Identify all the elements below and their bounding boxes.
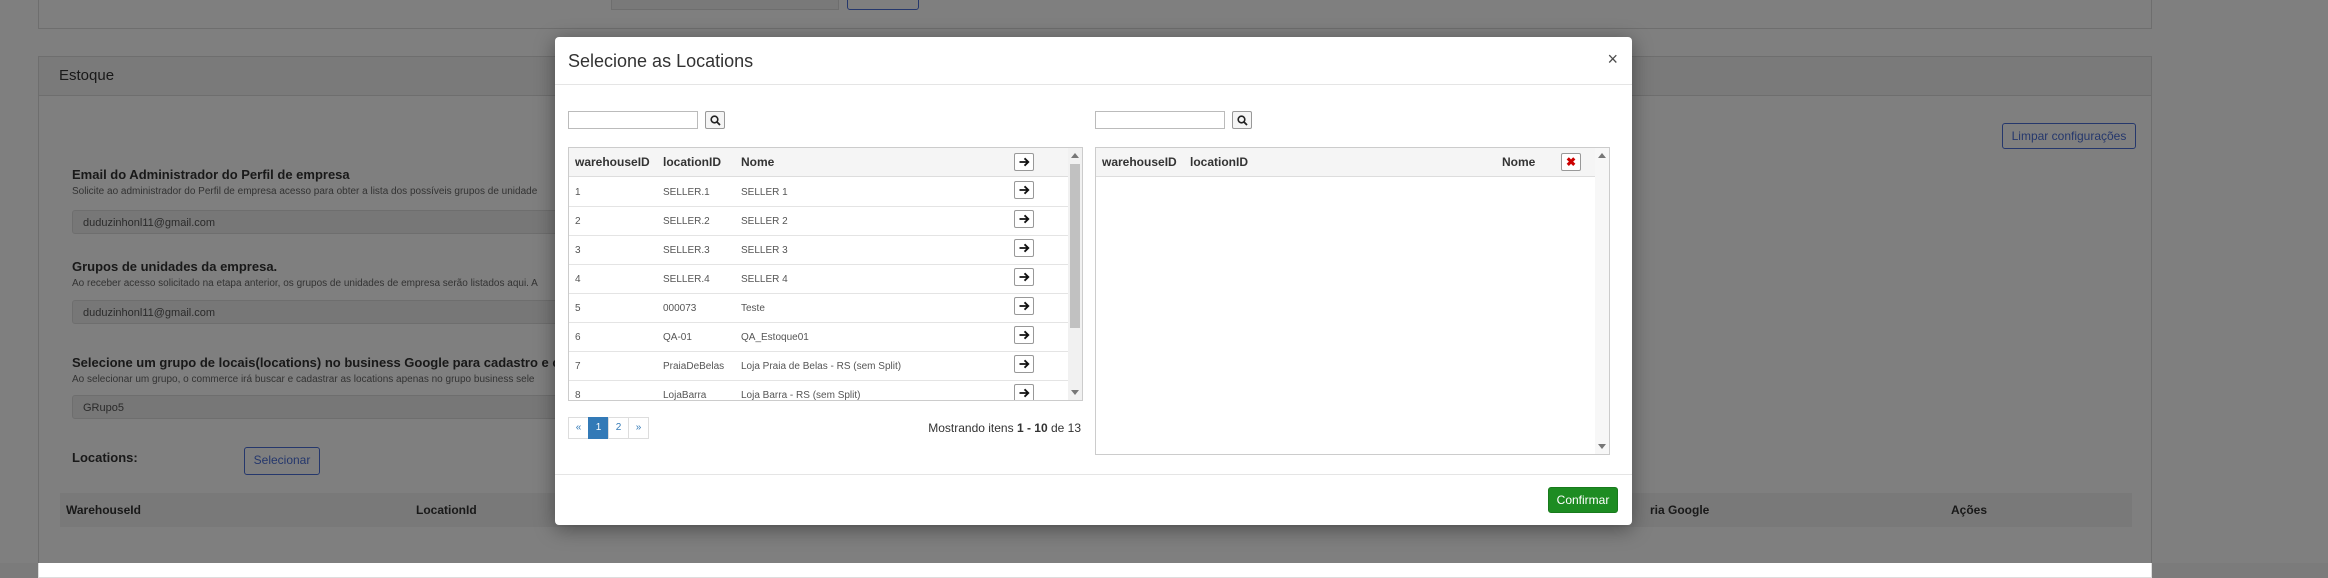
right-search-input[interactable] [1095, 111, 1225, 129]
cell-location: SELLER.2 [663, 216, 710, 227]
pager-page-1[interactable]: 1 [588, 417, 609, 439]
modal-title: Selecione as Locations [568, 51, 754, 71]
table-row: 8 LojaBarra Loja Barra - RS (sem Split) [569, 380, 1068, 401]
modal-header: Selecione as Locations × [555, 37, 1632, 85]
cell-name: Loja Barra - RS (sem Split) [741, 390, 861, 401]
confirm-button[interactable]: Confirmar [1548, 487, 1618, 513]
cell-location: SELLER.4 [663, 274, 710, 285]
arrow-right-icon [1019, 388, 1030, 398]
cell-warehouse: 6 [575, 332, 581, 343]
showing-of: de [1047, 421, 1068, 435]
arrow-right-icon [1019, 214, 1030, 224]
search-icon [1237, 115, 1248, 126]
header-warehouseid: warehouseID [575, 155, 650, 169]
header-warehouseid: warehouseID [1102, 155, 1177, 169]
arrow-right-icon [1019, 359, 1030, 369]
scroll-up-icon[interactable] [1598, 153, 1606, 158]
modal-footer: Confirmar [555, 474, 1632, 525]
left-search-button[interactable] [705, 111, 725, 129]
header-name: Nome [1502, 155, 1536, 169]
cell-name: SELLER 2 [741, 216, 788, 227]
add-location-button[interactable] [1014, 326, 1034, 344]
cell-name: Loja Praia de Belas - RS (sem Split) [741, 361, 902, 372]
header-locationid: locationID [1190, 155, 1249, 169]
arrow-right-icon [1019, 243, 1030, 253]
arrow-right-icon [1019, 157, 1030, 167]
cell-name: QA_Estoque01 [741, 332, 809, 343]
pagination-bar: « 1 2 » Mostrando itens 1 - 10 de 13 [568, 417, 1081, 439]
cell-name: SELLER 3 [741, 245, 788, 256]
close-icon[interactable]: × [1607, 49, 1618, 70]
close-icon: ✖ [1565, 155, 1577, 169]
cell-location: SELLER.3 [663, 245, 710, 256]
pagination: « 1 2 » [568, 417, 649, 439]
search-icon [710, 115, 721, 126]
available-locations-grid: warehouseID locationID Nome 1 SELLER.1 S… [568, 147, 1083, 401]
showing-prefix: Mostrando itens [928, 421, 1017, 435]
cell-location: PraiaDeBelas [663, 361, 725, 372]
cell-location: QA-01 [663, 332, 692, 343]
scroll-up-icon[interactable] [1071, 153, 1079, 158]
right-search-button[interactable] [1232, 111, 1252, 129]
add-location-button[interactable] [1014, 355, 1034, 373]
right-search [1095, 111, 1255, 131]
add-location-button[interactable] [1014, 210, 1034, 228]
scroll-thumb[interactable] [1070, 164, 1080, 328]
pager-prev[interactable]: « [568, 417, 589, 439]
table-row: 1 SELLER.1 SELLER 1 [569, 177, 1068, 207]
add-location-button[interactable] [1014, 239, 1034, 257]
cell-warehouse: 3 [575, 245, 581, 256]
table-row: 2 SELLER.2 SELLER 2 [569, 206, 1068, 236]
scroll-down-icon[interactable] [1071, 390, 1079, 395]
left-search [568, 111, 728, 131]
showing-range: 1 - 10 [1016, 421, 1048, 435]
table-row: 3 SELLER.3 SELLER 3 [569, 235, 1068, 265]
cell-location: SELLER.1 [663, 187, 710, 198]
selected-locations-grid: warehouseID locationID Nome ✖ [1095, 147, 1610, 455]
cell-name: SELLER 4 [741, 274, 788, 285]
add-all-button[interactable] [1014, 153, 1034, 171]
cell-name: Teste [741, 303, 765, 314]
cell-warehouse: 2 [575, 216, 581, 227]
remove-all-button[interactable]: ✖ [1561, 153, 1581, 171]
cell-name: SELLER 1 [741, 187, 788, 198]
add-location-button[interactable] [1014, 181, 1034, 199]
add-location-button[interactable] [1014, 268, 1034, 286]
cell-warehouse: 5 [575, 303, 581, 314]
pager-page-2[interactable]: 2 [608, 417, 629, 439]
cell-warehouse: 4 [575, 274, 581, 285]
arrow-right-icon [1019, 185, 1030, 195]
available-grid-scrollbar[interactable] [1068, 148, 1082, 400]
cell-warehouse: 8 [575, 390, 581, 401]
scroll-down-icon[interactable] [1598, 444, 1606, 449]
arrow-right-icon [1019, 301, 1030, 311]
available-grid-header: warehouseID locationID Nome [569, 148, 1068, 177]
table-row: 7 PraiaDeBelas Loja Praia de Belas - RS … [569, 351, 1068, 381]
select-locations-modal: Selecione as Locations × warehouseID loc… [555, 37, 1632, 525]
left-search-input[interactable] [568, 111, 698, 129]
table-row: 6 QA-01 QA_Estoque01 [569, 322, 1068, 352]
add-location-button[interactable] [1014, 297, 1034, 315]
table-row: 5 000073 Teste [569, 293, 1068, 323]
cell-location: LojaBarra [663, 390, 707, 401]
table-row: 4 SELLER.4 SELLER 4 [569, 264, 1068, 294]
cell-warehouse: 7 [575, 361, 581, 372]
selected-grid-header: warehouseID locationID Nome ✖ [1096, 148, 1595, 177]
add-location-button[interactable] [1014, 384, 1034, 400]
pager-next[interactable]: » [628, 417, 649, 439]
selected-grid-scrollbar[interactable] [1595, 148, 1609, 454]
showing-total: 13 [1067, 421, 1081, 435]
cell-location: 000073 [663, 303, 697, 314]
arrow-right-icon [1019, 330, 1030, 340]
header-locationid: locationID [663, 155, 722, 169]
showing-items-text: Mostrando itens 1 - 10 de 13 [928, 421, 1081, 435]
arrow-right-icon [1019, 272, 1030, 282]
cell-warehouse: 1 [575, 187, 581, 198]
header-name: Nome [741, 155, 775, 169]
